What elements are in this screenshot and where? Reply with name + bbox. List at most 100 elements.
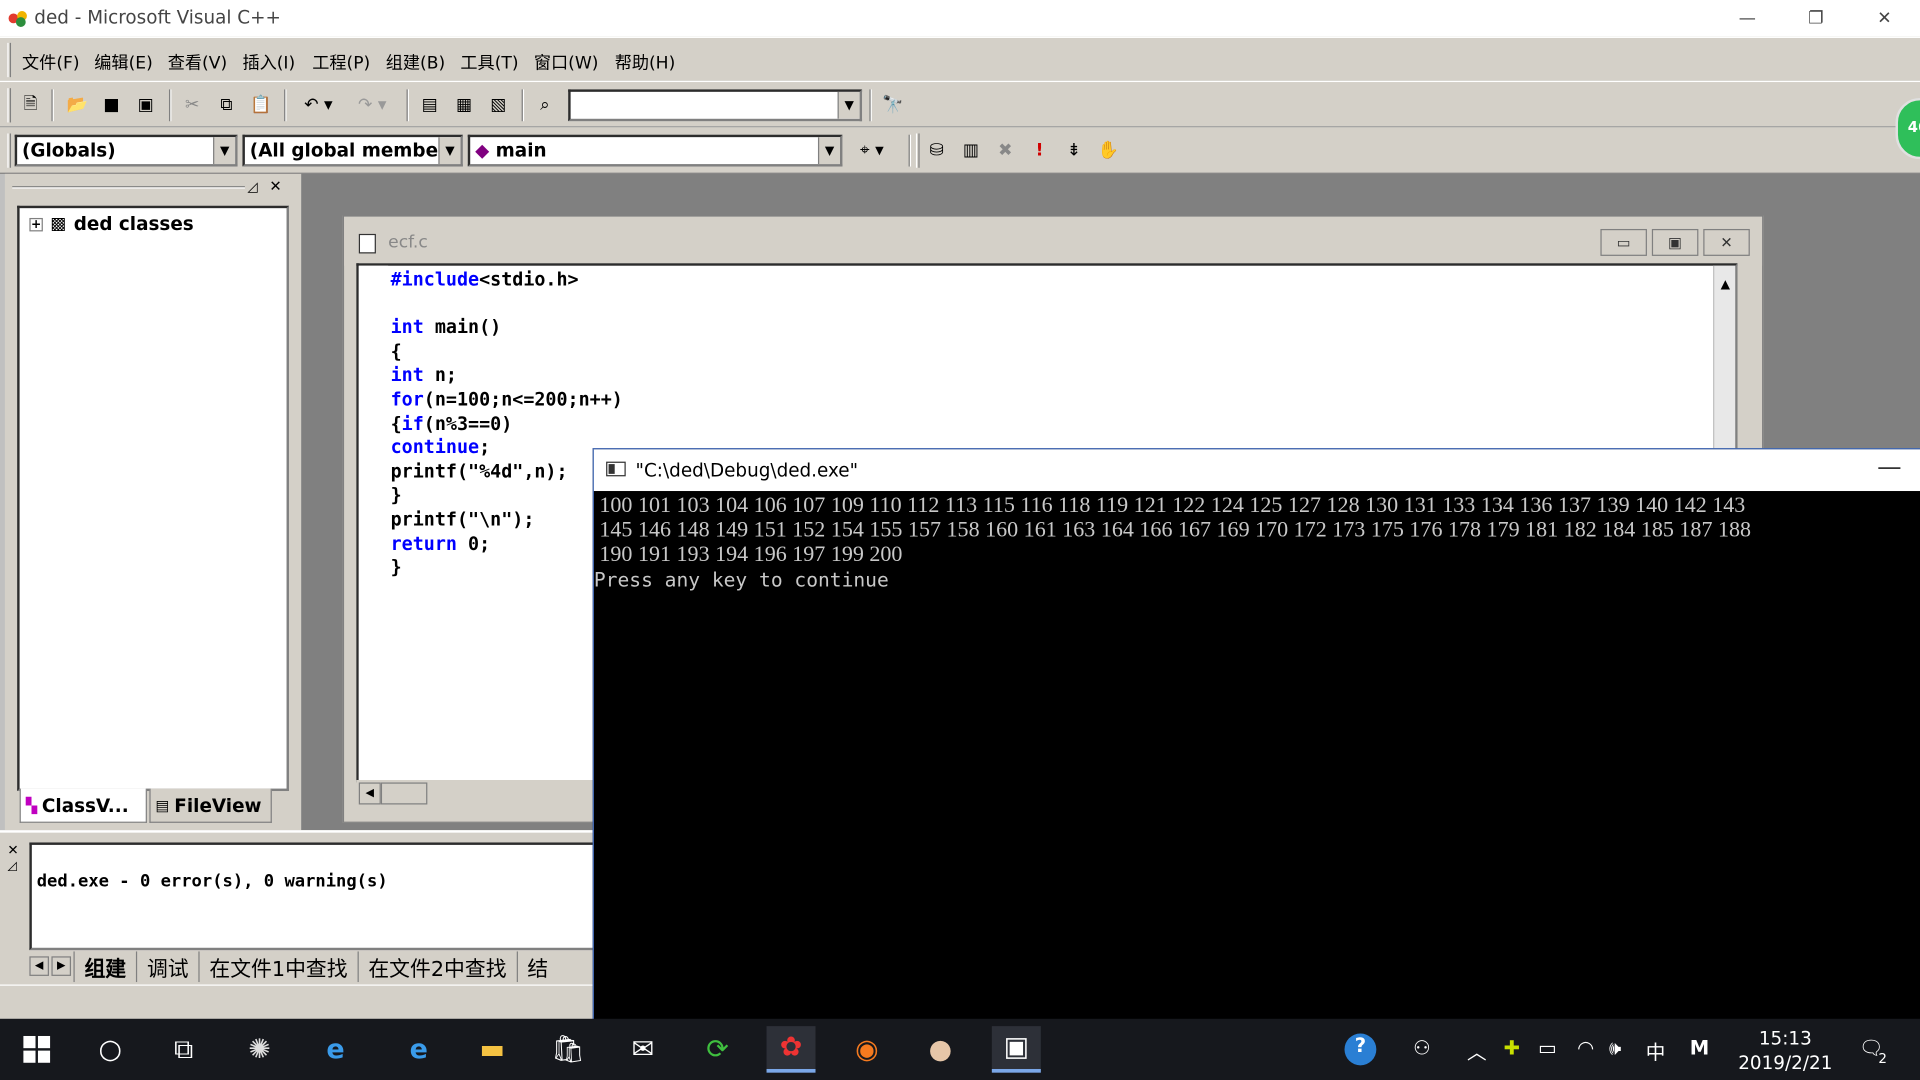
tab-classview[interactable]: ▚ ClassV... [19, 788, 147, 823]
ime-mode-icon[interactable]: M [1690, 1036, 1709, 1059]
build-result-message: ded.exe - 0 error(s), 0 warning(s) [36, 871, 388, 892]
redo-icon[interactable]: ↷ ▾ [348, 92, 397, 119]
chevron-up-icon[interactable]: ︿ [1467, 1036, 1487, 1065]
undo-icon[interactable]: ↶ ▾ [294, 92, 343, 119]
stop-build-icon[interactable]: ✖ [992, 137, 1019, 164]
console-window[interactable]: "C:\ded\Debug\ded.exe" — 100 101 103 104… [592, 448, 1920, 1022]
editor-caption[interactable]: ecf.c ▭ ▣ ✕ [344, 216, 1763, 266]
cortana-icon[interactable]: ○ [86, 1026, 135, 1073]
chevron-down-icon[interactable]: ▼ [438, 137, 461, 165]
volume-icon[interactable]: 🕪 [1609, 1036, 1621, 1060]
battery-icon[interactable]: ▭ [1538, 1036, 1557, 1059]
chevron-down-icon[interactable]: ▼ [837, 91, 860, 119]
copy-icon[interactable]: ⧉ [213, 92, 240, 119]
task-view-icon[interactable]: ⧉ [159, 1026, 208, 1073]
breakpoint-hand-icon[interactable]: ✋ [1095, 137, 1122, 164]
members-combo[interactable]: (All global members ▼ [242, 134, 463, 167]
menu-build[interactable]: 组建(B) [386, 50, 445, 74]
menu-view[interactable]: 查看(V) [168, 50, 227, 74]
workspace-icon[interactable]: ▤ [416, 92, 443, 119]
expand-plus-icon[interactable]: + [29, 217, 43, 231]
compile-icon[interactable]: ⛁ [923, 137, 950, 164]
toolbar-grip[interactable] [7, 133, 12, 168]
save-all-icon[interactable]: ▣ [132, 92, 159, 119]
mail-icon[interactable]: ✉ [618, 1026, 667, 1073]
console-prompt: Press any key to continue [593, 568, 889, 592]
tab-find-in-files-1[interactable]: 在文件1中查找 [198, 950, 357, 982]
editor-minimize-button[interactable]: ▭ [1600, 228, 1647, 256]
output-text[interactable]: ded.exe - 0 error(s), 0 warning(s) [29, 842, 596, 951]
edge-icon[interactable]: e [394, 1026, 443, 1073]
editor-close-button[interactable]: ✕ [1703, 228, 1750, 256]
find-icon[interactable]: 🔭 [879, 92, 906, 119]
tab-find-in-files-2[interactable]: 在文件2中查找 [357, 950, 516, 982]
go-icon[interactable]: ⇟ [1060, 137, 1087, 164]
close-button[interactable]: ✕ [1849, 0, 1920, 37]
save-icon[interactable]: ■ [98, 92, 125, 119]
people-icon[interactable]: ⚇ [1413, 1036, 1431, 1059]
code-text: n; [423, 364, 457, 387]
panel-close-icon[interactable]: ✕ [269, 178, 281, 195]
refresh-app-icon[interactable]: ⟳ [693, 1026, 742, 1073]
menu-grip[interactable] [7, 42, 12, 78]
horizontal-scrollbar[interactable]: ◀ [356, 780, 602, 807]
function-combo[interactable]: ◆ main ▼ [467, 134, 843, 167]
console-title-bar[interactable]: "C:\ded\Debug\ded.exe" — [593, 449, 1920, 492]
panel-dock-icon[interactable]: ◿ [247, 179, 257, 195]
panel-grip[interactable] [12, 186, 245, 189]
scroll-thumb[interactable] [380, 782, 428, 805]
toolbar-grip[interactable] [7, 88, 12, 123]
menu-insert[interactable]: 插入(I) [242, 50, 295, 74]
tree-node-root[interactable]: + ▩ ded classes [29, 213, 194, 235]
wizard-action-icon[interactable]: ⌖ ▾ [847, 137, 896, 164]
class-combo[interactable]: (Globals) ▼ [14, 134, 238, 167]
clock[interactable]: 15:13 2019/2/21 [1736, 1026, 1834, 1075]
menu-file[interactable]: 文件(F) [22, 50, 80, 74]
vcpp-icon[interactable]: ✿ [766, 1026, 816, 1073]
tab-scroll-right-icon[interactable]: ▶ [51, 956, 72, 976]
console-minimize-button[interactable]: — [1877, 452, 1901, 481]
firefox-icon[interactable]: ◉ [842, 1026, 891, 1073]
tab-build[interactable]: 组建 [73, 950, 135, 982]
ime-indicator[interactable]: 中 [1646, 1036, 1666, 1065]
console-app-icon[interactable]: ▣ [991, 1026, 1041, 1073]
cut-icon[interactable]: ✂ [179, 92, 206, 119]
find-in-files-icon[interactable]: ⌕ [531, 92, 558, 119]
windows-start-icon[interactable] [12, 1026, 61, 1073]
tab-debug[interactable]: 调试 [135, 950, 198, 982]
security-tray-icon[interactable]: ✚ [1504, 1036, 1520, 1059]
menu-project[interactable]: 工程(P) [312, 50, 370, 74]
wifi-icon[interactable]: ◠ [1577, 1036, 1594, 1059]
build-icon[interactable]: ▥ [958, 137, 985, 164]
chevron-down-icon[interactable]: ▼ [213, 137, 236, 165]
file-explorer-icon[interactable]: ▬ [468, 1026, 517, 1073]
menu-tools[interactable]: 工具(T) [460, 50, 518, 74]
scroll-up-icon[interactable]: ▲ [1716, 278, 1736, 298]
menu-edit[interactable]: 编辑(E) [94, 50, 153, 74]
scroll-left-icon[interactable]: ◀ [358, 782, 381, 805]
paste-icon[interactable]: 📋 [247, 92, 274, 119]
output-dock-icon[interactable]: ◿ [7, 860, 16, 873]
execute-icon[interactable]: ! [1026, 137, 1053, 164]
ie-icon[interactable]: e [311, 1026, 360, 1073]
new-file-icon[interactable]: 🗎 [17, 92, 44, 119]
store-icon[interactable]: 🛍 [544, 1026, 593, 1073]
chevron-down-icon[interactable]: ▼ [817, 137, 841, 165]
editor-maximize-button[interactable]: ▣ [1651, 228, 1699, 256]
avatar-app-icon[interactable]: ● [916, 1026, 965, 1073]
tab-scroll-left-icon[interactable]: ◀ [29, 956, 49, 976]
find-combo[interactable]: ▼ [568, 89, 863, 122]
window-list-icon[interactable]: ▧ [485, 92, 512, 119]
tab-results[interactable]: 结 [516, 950, 558, 982]
restore-button[interactable]: ❐ [1780, 0, 1851, 37]
output-window-icon[interactable]: ▦ [451, 92, 478, 119]
open-folder-icon[interactable]: 📂 [64, 92, 91, 119]
output-close-icon[interactable]: ✕ [7, 842, 18, 858]
menu-help[interactable]: 帮助(H) [615, 50, 676, 74]
app-swirl-icon[interactable]: ✺ [235, 1026, 284, 1073]
minimize-button[interactable]: — [1712, 0, 1783, 37]
help-icon[interactable]: ? [1344, 1033, 1377, 1066]
menu-window[interactable]: 窗口(W) [534, 50, 599, 74]
tab-fileview[interactable]: ▤ FileView [149, 788, 272, 823]
toolbar-grip[interactable] [915, 133, 920, 168]
